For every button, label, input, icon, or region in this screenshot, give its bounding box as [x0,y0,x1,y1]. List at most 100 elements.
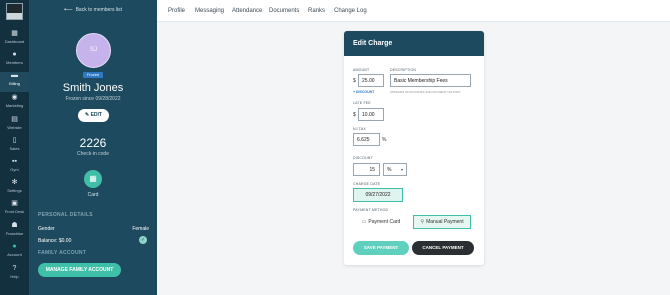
nav-item-marketing[interactable]: ◉ Marketing [0,94,29,114]
manual-payment-option[interactable]: ⚲ Manual Payment [413,215,471,229]
gender-value: Female [132,226,149,232]
amount-input[interactable]: 25.00 [358,74,384,87]
website-icon: ▤ [11,116,18,123]
discount-type-value: % [387,167,392,173]
late-fee-label: LATE FEE [353,101,371,105]
card-icon: ▦ [89,174,97,183]
amount-currency: $ [353,78,356,84]
gear-icon: ✻ [11,179,18,186]
account-icon: ● [12,243,17,250]
checkin-code-label: Check-in code [77,151,109,157]
description-hint: APPEARS ON INVOICES AND PAYMENT HISTORY [390,90,461,94]
gym-logo[interactable] [6,3,23,20]
tab-attendance[interactable]: Attendance [232,8,262,14]
nav-item-dashboard[interactable]: ▦ Dashboard [0,30,29,50]
nav-item-label: Members [6,60,23,65]
nav-item-franchise[interactable]: ☗ Franchise [0,222,29,242]
nav-item-billing[interactable]: ▬ Billing [0,72,29,92]
edit-charge-modal: Edit Charge AMOUNT $ 25.00 + DISCOUNT DE… [344,31,484,265]
gender-row: Gender Female [38,226,149,232]
tab-messaging[interactable]: Messaging [195,8,224,14]
nav-item-label: Account [7,252,22,257]
marketing-icon: ◉ [11,94,18,101]
link-icon: ⚲ [420,219,425,225]
dumbbell-icon: ▪▪ [12,158,17,165]
amount-label: AMOUNT [353,68,370,72]
discount-label: DISCOUNT [353,156,373,160]
nav-item-website[interactable]: ▤ Website [0,116,29,136]
credit-card-icon: ▭ [361,219,367,225]
card-label: Card [87,192,99,198]
nav-item-account[interactable]: ● Account [0,243,29,263]
late-fee-currency: $ [353,112,356,118]
front-desk-icon: ▣ [11,200,18,207]
nav-item-label: Settings [7,188,22,193]
payment-method-label: PAYMENT METHOD [353,208,389,212]
grid-icon: ▦ [11,30,18,37]
nav-item-label: Dashboard [4,39,25,44]
sales-icon: ▯ [12,137,17,144]
nav-item-label: Gym [10,167,19,172]
nav-item-gym[interactable]: ▪▪ Gym [0,158,29,178]
family-account-heading: FAMILY ACCOUNT [38,250,87,256]
payment-card-label: Payment Card [368,219,401,225]
nav-item-front-desk[interactable]: ▣ Front Desk [0,200,29,220]
description-label: DESCRIPTION [390,68,417,72]
profile-tabs-bar: Profile Messaging Attendance Documents R… [157,0,670,22]
cancel-payment-button[interactable]: CANCEL PAYMENT [412,241,474,255]
edit-profile-button[interactable]: ✎ EDIT [78,109,109,122]
nav-item-sales[interactable]: ▯ Sales [0,137,29,157]
checkin-code: 2226 [79,136,107,150]
balance-label: Balance: $0.00 [38,238,72,244]
tab-documents[interactable]: Documents [269,8,299,14]
nav-item-label: Front Desk [4,209,25,214]
personal-details-heading: PERSONAL DETAILS [38,212,93,218]
payment-card-option[interactable]: ▭ Payment Card [353,215,409,229]
modal-title: Edit Charge [344,31,484,56]
late-fee-input[interactable]: 10.00 [358,108,384,121]
nav-item-label: Website [7,125,22,130]
members-icon: ● [12,51,17,58]
avatar[interactable]: SJ [76,33,111,68]
nav-item-settings[interactable]: ✻ Settings [0,179,29,199]
nav-item-label: Billing [9,81,20,86]
nj-tax-input[interactable]: 6.625 [353,133,380,146]
nav-item-members[interactable]: ● Members [0,51,29,71]
discount-type-select[interactable]: % ▾ [383,163,407,176]
save-payment-button[interactable]: SAVE PAYMENT [353,241,409,255]
gender-label: Gender [38,226,55,232]
nj-tax-unit: % [382,137,387,143]
nav-item-label: Franchise [5,231,24,236]
help-icon: ? [12,265,17,272]
back-link-label: Back to members list [75,7,122,13]
back-to-members-link[interactable]: ⟵ Back to members list [29,6,157,13]
chevron-down-icon: ▾ [400,167,403,172]
nj-tax-label: NJ TAX [353,127,366,131]
nav-item-help[interactable]: ? Help [0,265,29,285]
manual-payment-label: Manual Payment [426,219,464,225]
tab-profile[interactable]: Profile [168,8,185,14]
status-badge: Frozen [83,72,103,78]
check-icon: ✓ [139,236,147,244]
tab-change-log[interactable]: Change Log [334,8,367,14]
card-icon-button[interactable]: ▦ [84,170,102,188]
charge-date-label: CHARGE DATE [353,182,381,186]
nav-item-label: Marketing [5,103,24,108]
nav-item-label: Sales [9,146,20,151]
balance-row: Balance: $0.00 [38,238,149,244]
edit-button-label: EDIT [90,112,102,118]
manage-family-account-button[interactable]: MANAGE FAMILY ACCOUNT [38,263,121,277]
nav-item-label: Help [10,274,19,279]
frozen-since-text: Frozen since 09/28/2022 [65,96,121,102]
description-input[interactable]: Basic Membership Fees [390,74,471,87]
member-profile-panel: ⟵ Back to members list SJ Frozen Smith Jo… [29,0,157,295]
add-discount-link[interactable]: + DISCOUNT [353,90,374,94]
back-arrow-icon: ⟵ [63,7,73,13]
tab-ranks[interactable]: Ranks [308,8,325,14]
discount-input[interactable]: 15 [353,163,380,176]
franchise-icon: ☗ [11,222,18,229]
charge-date-input[interactable]: 09/27/2022 [353,188,403,202]
main-nav-rail: ▦ Dashboard ● Members ▬ Billing ◉ Market… [0,0,29,295]
member-name: Smith Jones [62,82,124,94]
billing-icon: ▬ [11,72,18,79]
